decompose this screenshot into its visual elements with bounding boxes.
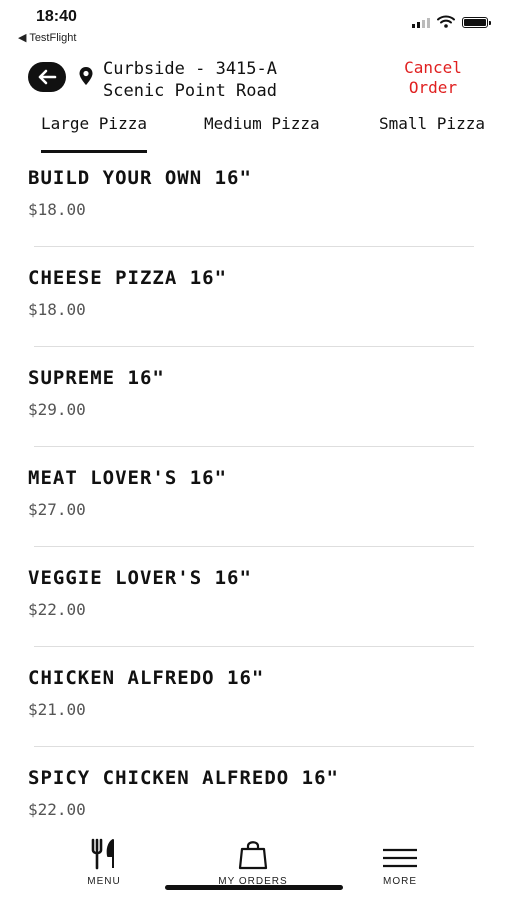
- status-icons: [412, 15, 491, 28]
- tab-medium-pizza[interactable]: Medium Pizza: [204, 114, 320, 133]
- nav-menu-label: MENU: [87, 876, 121, 887]
- back-to-testflight-link[interactable]: ◀ TestFlight: [18, 31, 76, 44]
- home-indicator: [165, 885, 343, 890]
- menu-item-list: BUILD YOUR OWN 16" $18.00 CHEESE PIZZA 1…: [0, 154, 506, 834]
- back-button[interactable]: [28, 62, 66, 92]
- menu-item-price: $27.00: [28, 500, 86, 519]
- status-bar: 18:40 ◀ TestFlight: [0, 0, 506, 48]
- menu-item-name: SPICY CHICKEN ALFREDO 16": [28, 767, 339, 789]
- menu-item-price: $29.00: [28, 400, 86, 419]
- menu-item[interactable]: SPICY CHICKEN ALFREDO 16" $22.00: [0, 754, 506, 834]
- divider: [34, 746, 474, 747]
- divider: [34, 546, 474, 547]
- menu-item-price: $22.00: [28, 600, 86, 619]
- divider: [34, 446, 474, 447]
- divider: [34, 646, 474, 647]
- menu-item[interactable]: BUILD YOUR OWN 16" $18.00: [0, 154, 506, 254]
- wifi-icon: [437, 15, 455, 28]
- menu-item-name: CHEESE PIZZA 16": [28, 267, 228, 289]
- menu-item[interactable]: SUPREME 16" $29.00: [0, 354, 506, 454]
- cancel-order-button[interactable]: Cancel Order: [388, 58, 478, 98]
- menu-item-name: VEGGIE LOVER'S 16": [28, 567, 252, 589]
- arrow-left-icon: [38, 69, 57, 85]
- nav-my-orders[interactable]: MY ORDERS: [193, 836, 313, 887]
- cancel-label-line-2: Order: [408, 78, 458, 97]
- menu-item-name: MEAT LOVER'S 16": [28, 467, 228, 489]
- battery-icon: [462, 17, 491, 28]
- menu-item-name: BUILD YOUR OWN 16": [28, 167, 252, 189]
- divider: [34, 246, 474, 247]
- pickup-location[interactable]: Curbside - 3415-A Scenic Point Road: [103, 58, 353, 102]
- fork-knife-icon: [91, 838, 114, 870]
- nav-more-label: MORE: [383, 876, 417, 887]
- tab-large-pizza[interactable]: Large Pizza: [41, 114, 147, 153]
- location-line-2: Scenic Point Road: [103, 81, 277, 101]
- shopping-bag-icon: [238, 841, 268, 870]
- tab-small-pizza[interactable]: Small Pizza: [379, 114, 485, 133]
- location-pin-icon: [79, 67, 93, 85]
- menu-item[interactable]: VEGGIE LOVER'S 16" $22.00: [0, 554, 506, 654]
- divider: [34, 346, 474, 347]
- menu-item-price: $18.00: [28, 200, 86, 219]
- order-header: Curbside - 3415-A Scenic Point Road Canc…: [0, 52, 506, 102]
- menu-item-price: $18.00: [28, 300, 86, 319]
- nav-more[interactable]: MORE: [340, 836, 460, 887]
- category-tabs: Large Pizza Medium Pizza Small Pizza: [0, 108, 506, 154]
- menu-item-name: SUPREME 16": [28, 367, 165, 389]
- menu-item[interactable]: CHICKEN ALFREDO 16" $21.00: [0, 654, 506, 754]
- location-line-1: Curbside - 3415-A: [103, 59, 277, 79]
- menu-item[interactable]: MEAT LOVER'S 16" $27.00: [0, 454, 506, 554]
- menu-item-price: $21.00: [28, 700, 86, 719]
- menu-item-name: CHICKEN ALFREDO 16": [28, 667, 265, 689]
- status-time: 18:40: [36, 8, 77, 25]
- cancel-label-line-1: Cancel: [404, 58, 462, 77]
- menu-item[interactable]: CHEESE PIZZA 16" $18.00: [0, 254, 506, 354]
- nav-menu[interactable]: MENU: [44, 836, 164, 887]
- menu-item-price: $22.00: [28, 800, 86, 819]
- hamburger-menu-icon: [383, 848, 417, 868]
- cellular-signal-icon: [412, 18, 430, 28]
